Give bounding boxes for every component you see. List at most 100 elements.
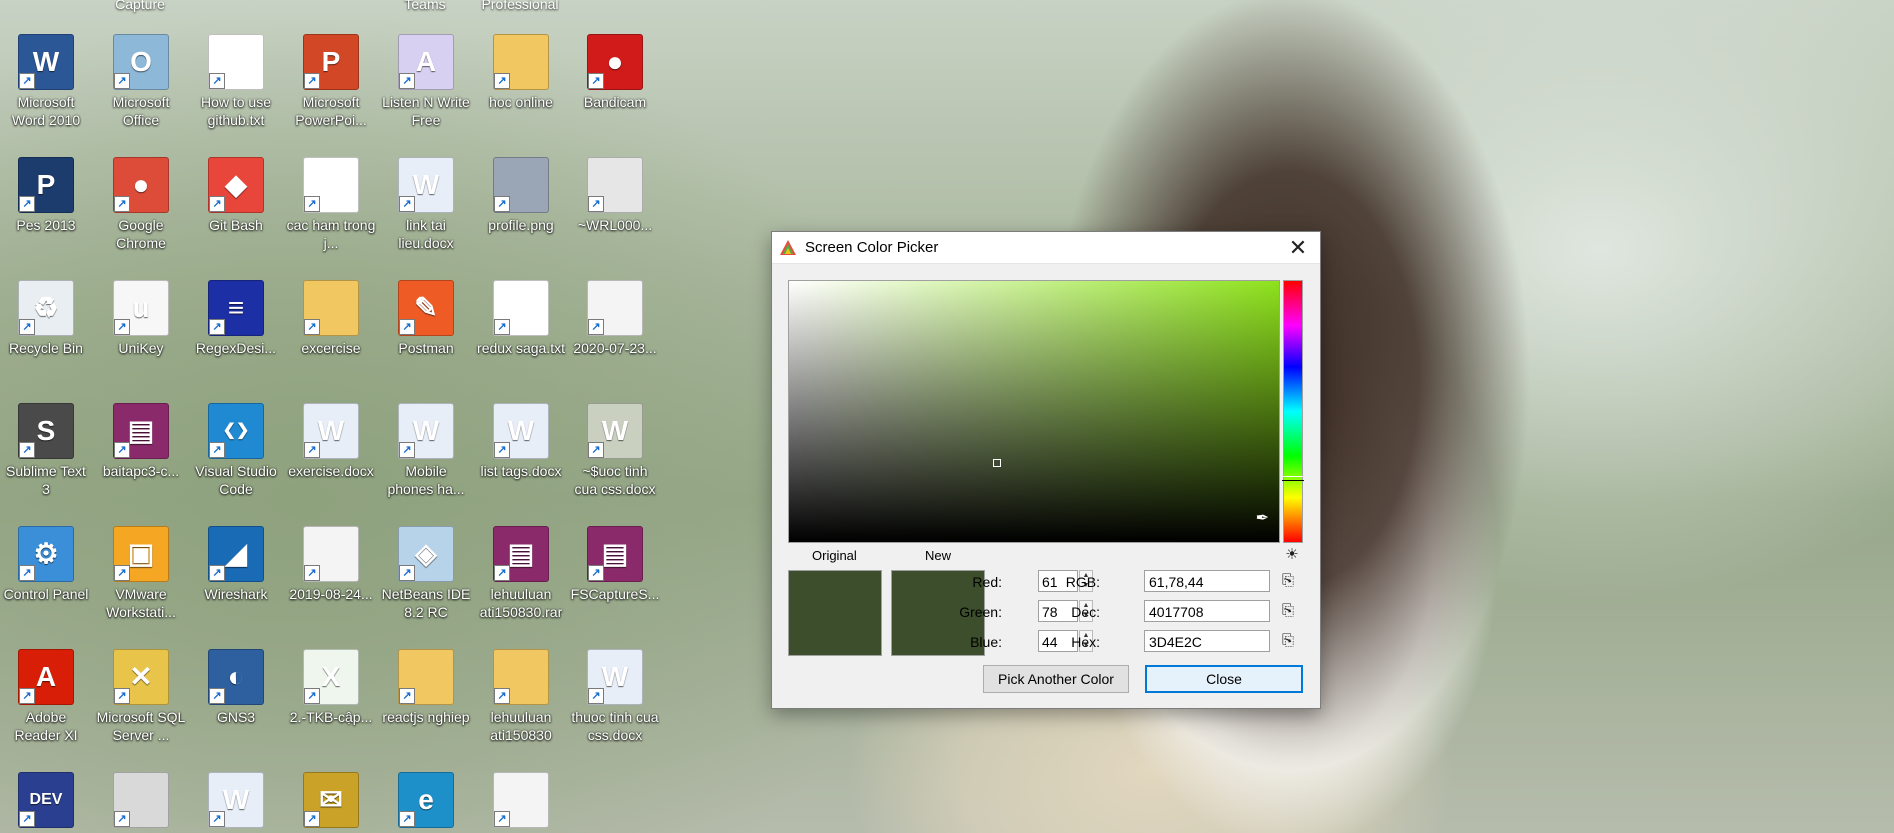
- desktop-icon[interactable]: ✉ ↗: [286, 772, 376, 831]
- brightness-icon[interactable]: ☀: [1283, 546, 1301, 564]
- eyedropper-icon[interactable]: ✒: [1256, 508, 1269, 528]
- desktop-icon-label: thuoc tinh cua css.docx: [571, 709, 659, 743]
- copy-hex-icon[interactable]: ⎘: [1279, 632, 1297, 650]
- copy-dec-icon[interactable]: ⎘: [1279, 602, 1297, 620]
- desktop-icon[interactable]: ❮❯ ↗ Visual Studio Code: [191, 403, 281, 498]
- desktop-icon[interactable]: ▣ ↗ VMware Workstati...: [96, 526, 186, 621]
- vscode-icon: ❮❯ ↗: [208, 403, 264, 459]
- dialog-titlebar[interactable]: Screen Color Picker ✕: [772, 232, 1320, 264]
- shortcut-arrow-icon: ↗: [209, 73, 225, 89]
- document-image-icon: ↗: [303, 526, 359, 582]
- desktop-icon-label: excercise: [301, 340, 361, 356]
- copy-rgb-icon[interactable]: ⎘: [1279, 572, 1297, 590]
- desktop-icon[interactable]: ↗ ~WRL000...: [570, 157, 660, 234]
- desktop-icon[interactable]: W ↗: [191, 772, 281, 831]
- desktop-icon[interactable]: ↗ reactjs nghiep: [381, 649, 471, 726]
- desktop-icon[interactable]: ♻ ↗ Recycle Bin: [1, 280, 91, 357]
- desktop-icon[interactable]: ✎ ↗ Postman: [381, 280, 471, 357]
- desktop-icon[interactable]: P ↗ Pes 2013: [1, 157, 91, 234]
- desktop-icon[interactable]: DEV ↗: [1, 772, 91, 831]
- shortcut-arrow-icon: ↗: [114, 196, 130, 212]
- desktop-icon[interactable]: ↗ profile.png: [476, 157, 566, 234]
- desktop-icon[interactable]: ◈ ↗ NetBeans IDE 8.2 RC: [381, 526, 471, 621]
- shortcut-arrow-icon: ↗: [588, 442, 604, 458]
- desktop-icon[interactable]: ↗: [96, 772, 186, 831]
- desktop-icon[interactable]: ≡ ↗ RegexDesi...: [191, 280, 281, 357]
- desktop-icon[interactable]: ● ↗ Google Chrome: [96, 157, 186, 252]
- shortcut-arrow-icon: ↗: [209, 442, 225, 458]
- mail-app-icon: ✉ ↗: [303, 772, 359, 828]
- desktop-icon[interactable]: ↗ 2020-07-23...: [570, 280, 660, 357]
- desktop-icon-label: hoc online: [489, 94, 553, 110]
- desktop-icon[interactable]: ↗ redux saga.txt: [476, 280, 566, 357]
- desktop-icon[interactable]: W ↗ thuoc tinh cua css.docx: [570, 649, 660, 744]
- close-icon[interactable]: ✕: [1276, 232, 1320, 263]
- generic-window-icon: ↗: [113, 772, 169, 828]
- shortcut-arrow-icon: ↗: [19, 196, 35, 212]
- shortcut-arrow-icon: ↗: [494, 688, 510, 704]
- desktop-icon[interactable]: W ↗ Microsoft Word 2010: [1, 34, 91, 129]
- pick-another-color-button[interactable]: Pick Another Color: [983, 665, 1129, 693]
- desktop-icon[interactable]: ◢ ↗ Wireshark: [191, 526, 281, 603]
- desktop-icon[interactable]: W ↗ exercise.docx: [286, 403, 376, 480]
- desktop-icon[interactable]: P ↗ Microsoft PowerPoi...: [286, 34, 376, 129]
- desktop-icon[interactable]: ↗ hoc online: [476, 34, 566, 111]
- netbeans-icon: ◈ ↗: [398, 526, 454, 582]
- sublime-icon: S ↗: [18, 403, 74, 459]
- desktop-icon[interactable]: ↗ lehuuluan ati150830: [476, 649, 566, 744]
- shortcut-arrow-icon: ↗: [588, 319, 604, 335]
- shortcut-arrow-icon: ↗: [209, 196, 225, 212]
- saturation-value-area[interactable]: ✒: [788, 280, 1280, 543]
- dec-field[interactable]: 4017708: [1144, 600, 1270, 622]
- desktop-icon[interactable]: ↗ excercise: [286, 280, 376, 357]
- desktop-icon[interactable]: ▤ ↗ FSCaptureS...: [570, 526, 660, 603]
- shortcut-arrow-icon: ↗: [588, 73, 604, 89]
- word-doc-icon: W ↗: [208, 772, 264, 828]
- desktop-icon[interactable]: ◐ ↗ GNS3: [191, 649, 281, 726]
- desktop-icon[interactable]: u ↗ UniKey: [96, 280, 186, 357]
- desktop-icon[interactable]: W ↗ Mobile phones ha...: [381, 403, 471, 498]
- word-doc-icon: W ↗: [587, 649, 643, 705]
- desktop-icon-label: cac ham trong j...: [286, 217, 376, 251]
- hue-slider[interactable]: [1282, 280, 1304, 543]
- shortcut-arrow-icon: ↗: [399, 196, 415, 212]
- desktop-icon[interactable]: W ↗ ~$uoc tinh cua css.docx: [570, 403, 660, 498]
- desktop-icon-label: Control Panel: [3, 586, 89, 602]
- desktop-icon[interactable]: ⚙ ↗ Control Panel: [1, 526, 91, 603]
- image-file-icon: ↗: [493, 157, 549, 213]
- word-doc-icon: W ↗: [398, 157, 454, 213]
- listen-n-write-icon: A ↗: [398, 34, 454, 90]
- desktop-icon[interactable]: ▤ ↗ baitapc3-c...: [96, 403, 186, 480]
- desktop-icon-label: Wireshark: [204, 586, 268, 602]
- shortcut-arrow-icon: ↗: [114, 319, 130, 335]
- close-button[interactable]: Close: [1145, 665, 1303, 693]
- desktop-icon[interactable]: X ↗ 2.-TKB-cập...: [286, 649, 376, 726]
- desktop-icon[interactable]: ● ↗ Bandicam: [570, 34, 660, 111]
- rgb-field[interactable]: 61,78,44: [1144, 570, 1270, 592]
- desktop-icon[interactable]: W ↗ list tags.docx: [476, 403, 566, 480]
- hue-slider-handle[interactable]: [1282, 476, 1304, 481]
- desktop-icon[interactable]: A ↗ Listen N Write Free: [381, 34, 471, 129]
- hex-field[interactable]: 3D4E2C: [1144, 630, 1270, 652]
- shortcut-arrow-icon: ↗: [399, 811, 415, 827]
- desktop-icon[interactable]: ↗: [476, 772, 566, 831]
- shortcut-arrow-icon: ↗: [494, 319, 510, 335]
- desktop-icon[interactable]: ▤ ↗ lehuuluan ati150830.rar: [476, 526, 566, 621]
- desktop-icon[interactable]: O ↗ Microsoft Office: [96, 34, 186, 129]
- desktop-icon-label: UniKey: [118, 340, 164, 356]
- desktop-icon[interactable]: ↗ 2019-08-24...: [286, 526, 376, 603]
- desktop-icon[interactable]: ✕ ↗ Microsoft SQL Server ...: [96, 649, 186, 744]
- desktop-icon[interactable]: ↗ cac ham trong j...: [286, 157, 376, 252]
- desktop-icon-label: reactjs nghiep: [382, 709, 470, 725]
- desktop-icon[interactable]: S ↗ Sublime Text 3: [1, 403, 91, 498]
- postman-icon: ✎ ↗: [398, 280, 454, 336]
- desktop-icon[interactable]: e ↗: [381, 772, 471, 831]
- desktop-icon[interactable]: ◆ ↗ Git Bash: [191, 157, 281, 234]
- shortcut-arrow-icon: ↗: [19, 319, 35, 335]
- desktop-icon[interactable]: A ↗ Adobe Reader XI: [1, 649, 91, 744]
- shortcut-arrow-icon: ↗: [494, 565, 510, 581]
- desktop-icon[interactable]: W ↗ link tai lieu.docx: [381, 157, 471, 252]
- color-selection-marker[interactable]: [993, 459, 1001, 467]
- desktop-icon[interactable]: ↗ How to use github.txt: [191, 34, 281, 129]
- dev-cpp-icon: DEV ↗: [18, 772, 74, 828]
